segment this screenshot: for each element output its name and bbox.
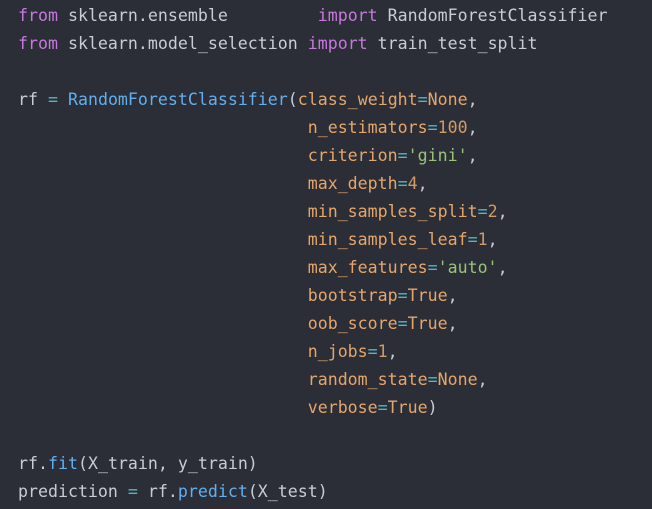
code-token: rf [18, 90, 48, 109]
code-token: min_samples_split [307, 202, 478, 221]
code-token: import [307, 34, 368, 53]
code-token: = [397, 314, 408, 333]
code-token: fit [47, 454, 78, 473]
code-line: bootstrap=True, [18, 282, 652, 310]
code-token: import [317, 6, 378, 25]
code-token: , [467, 146, 478, 165]
code-token: RandomForestClassifier [377, 6, 608, 25]
code-token: (X_test) [247, 482, 328, 501]
code-token: ) [427, 398, 438, 417]
code-token: , [477, 370, 488, 389]
code-token: = [127, 482, 138, 501]
code-line: criterion='gini', [18, 142, 652, 170]
code-line: prediction = rf.predict(X_test) [18, 478, 652, 506]
code-token: criterion [307, 146, 398, 165]
code-token: , [497, 202, 508, 221]
code-line: max_depth=4, [18, 170, 652, 198]
code-token: 1 [377, 342, 388, 361]
code-line: random_state=None, [18, 366, 652, 394]
code-token: 'auto' [437, 258, 498, 277]
code-line: n_estimators=100, [18, 114, 652, 142]
code-token: 100 [437, 118, 468, 137]
code-line: oob_score=True, [18, 310, 652, 338]
code-token: random_state [307, 370, 428, 389]
code-token: , [417, 174, 428, 193]
code-token: sklearn.ensemble [57, 6, 318, 25]
code-token: bootstrap [307, 286, 398, 305]
code-token: = [367, 342, 378, 361]
code-token: n_estimators [307, 118, 428, 137]
code-token: , [467, 118, 478, 137]
code-token: 4 [407, 174, 418, 193]
code-token: (X_train, y_train) [77, 454, 258, 473]
code-token: verbose [307, 398, 378, 417]
code-line: n_jobs=1, [18, 338, 652, 366]
code-token: = [427, 118, 438, 137]
code-token: min_samples_leaf [307, 230, 468, 249]
code-line: rf.fit(X_train, y_train) [18, 450, 652, 478]
code-line: from sklearn.ensemble import RandomFores… [18, 2, 652, 30]
code-editor[interactable]: from sklearn.ensemble import RandomFores… [0, 0, 652, 509]
code-token: from [18, 34, 58, 53]
code-token: = [397, 174, 408, 193]
code-token: = [397, 146, 408, 165]
code-token: RandomForestClassifier [67, 90, 288, 109]
code-token: prediction [18, 482, 128, 501]
code-line: from sklearn.model_selection import trai… [18, 30, 652, 58]
code-token: = [427, 258, 438, 277]
code-token: max_features [307, 258, 428, 277]
code-token: None [427, 90, 468, 109]
code-token: oob_score [307, 314, 398, 333]
code-line: rf = RandomForestClassifier(class_weight… [18, 86, 652, 114]
code-token: 1 [477, 230, 488, 249]
code-token: 'gini' [407, 146, 468, 165]
code-token: , [447, 314, 458, 333]
code-token: = [477, 202, 488, 221]
code-token: = [377, 398, 388, 417]
code-token: sklearn.model_selection [57, 34, 308, 53]
code-line: verbose=True) [18, 394, 652, 422]
code-token: , [467, 90, 478, 109]
code-token: = [427, 370, 438, 389]
code-line: max_features='auto', [18, 254, 652, 282]
code-token: max_depth [307, 174, 398, 193]
code-token: ( [287, 90, 298, 109]
code-token: = [397, 286, 408, 305]
code-line: min_samples_leaf=1, [18, 226, 652, 254]
code-token: , [387, 342, 398, 361]
code-token: train_test_split [367, 34, 538, 53]
code-token: from [18, 6, 58, 25]
code-token: 2 [487, 202, 498, 221]
code-token: n_jobs [307, 342, 368, 361]
code-token: rf. [137, 482, 178, 501]
code-token: predict [177, 482, 248, 501]
code-token: = [47, 90, 58, 109]
code-token: class_weight [297, 90, 418, 109]
code-token: True [387, 398, 428, 417]
code-token: , [447, 286, 458, 305]
code-token: True [407, 286, 448, 305]
code-token: rf. [18, 454, 48, 473]
code-token: , [497, 258, 508, 277]
code-token: True [407, 314, 448, 333]
code-token: = [417, 90, 428, 109]
code-token: = [467, 230, 478, 249]
code-token: None [437, 370, 478, 389]
code-token: , [487, 230, 498, 249]
code-line: min_samples_split=2, [18, 198, 652, 226]
